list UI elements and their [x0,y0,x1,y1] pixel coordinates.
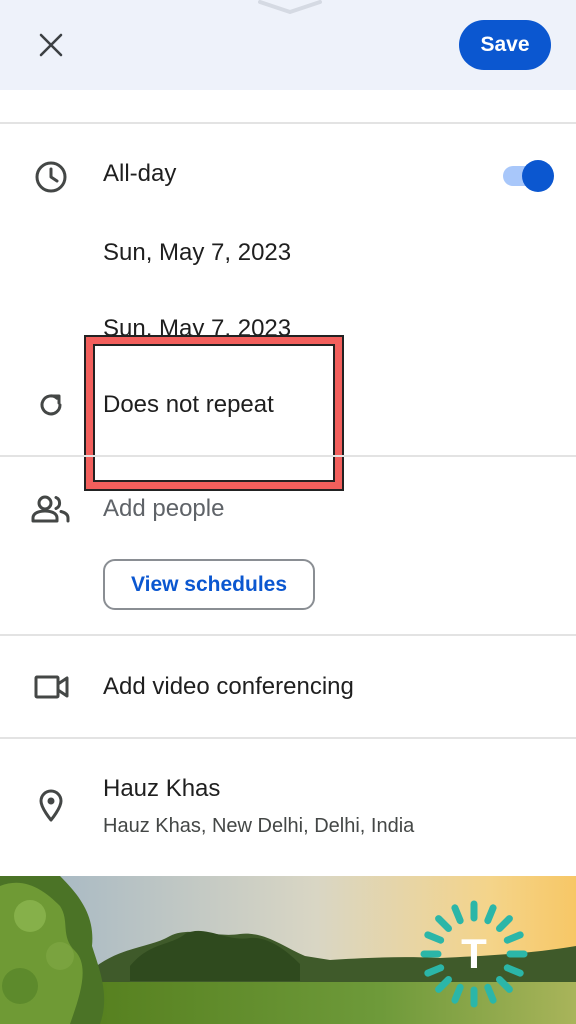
toggle-thumb [522,160,554,192]
view-schedules-button[interactable]: View schedules [103,559,315,610]
brand-watermark-logo: T [420,900,528,1008]
divider [0,634,576,636]
location-address: Hauz Khas, New Delhi, Delhi, India [103,815,415,837]
divider [0,737,576,739]
event-edit-screen: Save All-day Sun, May 7, 2023 Sun, May 7… [0,0,576,1024]
add-video-conferencing[interactable]: Add video conferencing [103,673,354,701]
divider [0,122,576,124]
close-button[interactable] [32,26,70,64]
divider [0,455,576,457]
location-name[interactable]: Hauz Khas [103,775,220,803]
all-day-toggle[interactable] [500,158,556,194]
top-app-bar: Save [0,0,576,90]
video-camera-icon [32,670,72,704]
save-button[interactable]: Save [459,20,551,70]
add-people-field[interactable]: Add people [103,495,224,523]
repeat-icon [34,388,68,422]
start-date[interactable]: Sun, May 7, 2023 [103,239,291,267]
watermark-letter: T [461,930,487,977]
repeat-option[interactable]: Does not repeat [103,391,274,419]
close-icon [39,33,63,57]
all-day-label: All-day [103,160,177,187]
people-icon [30,492,72,526]
location-pin-icon [36,787,66,825]
end-date[interactable]: Sun, May 7, 2023 [103,315,291,343]
clock-icon [32,158,70,196]
chevron-down-icon[interactable] [258,0,322,14]
